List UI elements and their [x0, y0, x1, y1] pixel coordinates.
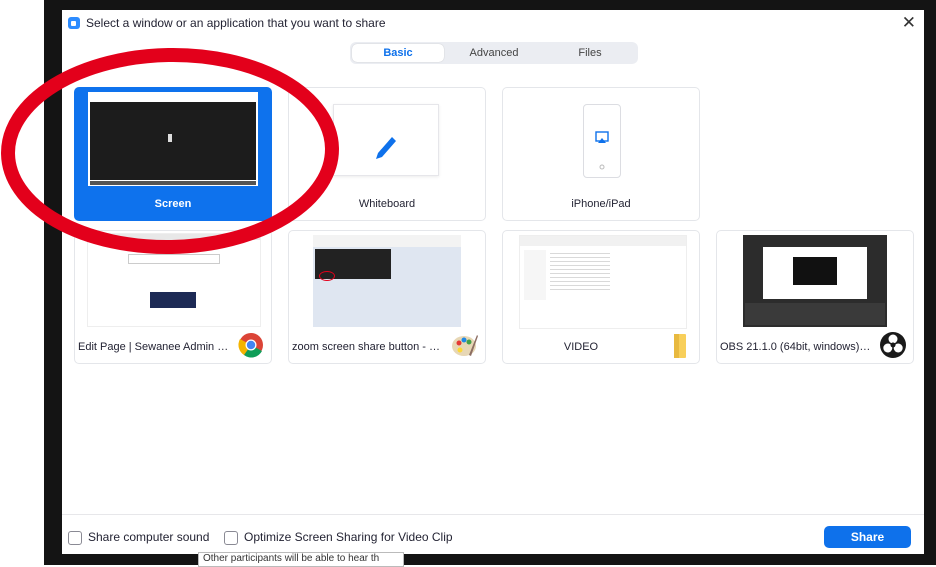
- red-circle-annotation: [1, 47, 339, 255]
